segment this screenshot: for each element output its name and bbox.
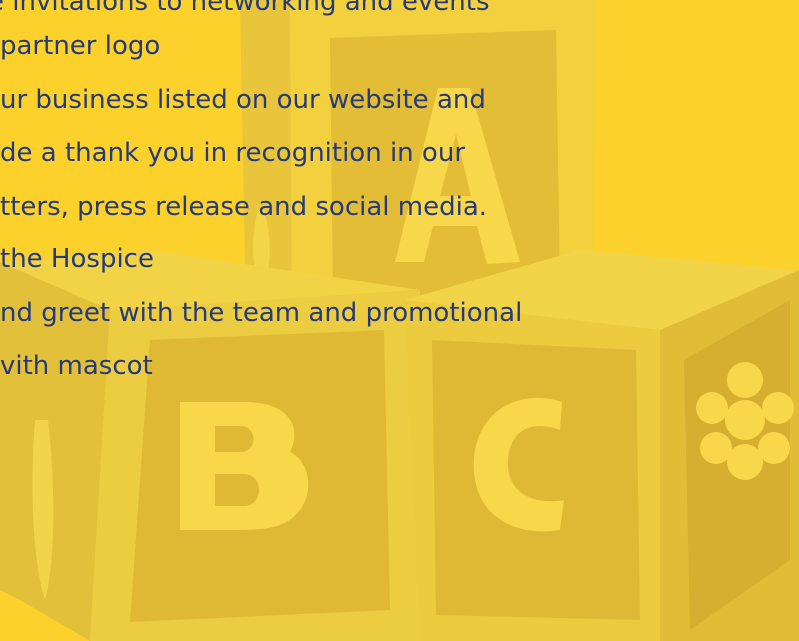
- benefit-line: the Hospice: [0, 244, 154, 274]
- benefit-line: e invitations to networking and events: [0, 0, 490, 17]
- benefit-line: nd greet with the team and promotional: [0, 298, 523, 328]
- benefit-line: partner logo: [0, 31, 161, 61]
- benefits-list: e invitations to networking and events p…: [0, 0, 799, 641]
- benefit-line: vith mascot: [0, 351, 153, 381]
- benefit-line: de a thank you in recognition in our: [0, 138, 466, 168]
- benefit-line: tters, press release and social media.: [0, 192, 488, 222]
- benefit-line: ur business listed on our website and: [0, 85, 486, 115]
- page-canvas: e invitations to networking and events p…: [0, 0, 799, 641]
